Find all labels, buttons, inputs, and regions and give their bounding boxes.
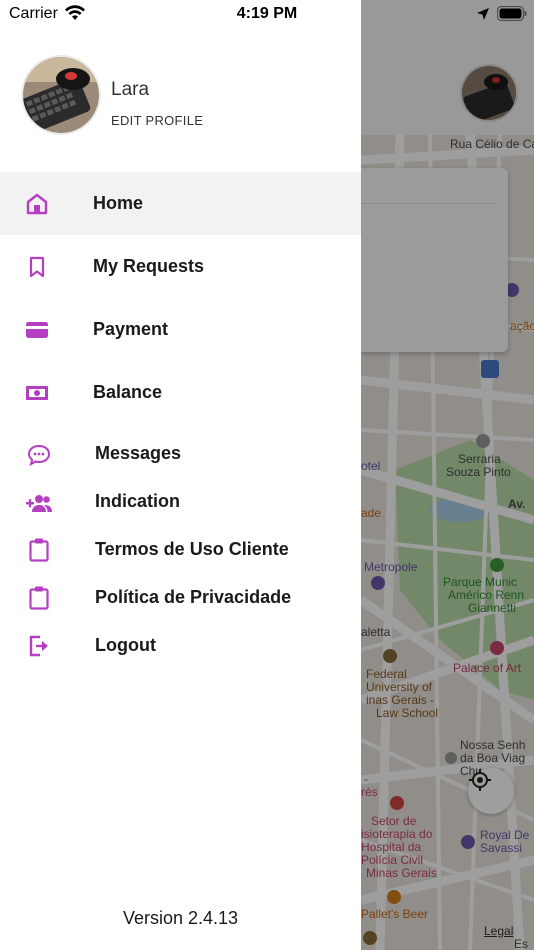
menu-item-payment[interactable]: Payment (0, 298, 361, 361)
menu-label: Política de Privacidade (95, 587, 292, 607)
chat-bubble-icon (26, 442, 52, 468)
menu-label: Indication (95, 491, 180, 511)
menu-item-terms-of-use[interactable]: Termos de Uso Cliente (0, 526, 361, 574)
battery-icon (496, 5, 527, 26)
menu-item-indication[interactable]: Indication (0, 478, 361, 526)
menu-label: Payment (93, 319, 169, 339)
menu-item-my-requests[interactable]: My Requests (0, 235, 361, 298)
side-drawer: Lara EDIT PROFILE Home My Requests Payme… (0, 0, 361, 950)
location-arrow-icon (476, 7, 490, 26)
clock: 4:19 PM (236, 5, 298, 22)
bookmark-icon (24, 254, 50, 280)
logout-icon (26, 633, 52, 659)
menu-item-balance[interactable]: Balance (0, 361, 361, 424)
profile-avatar[interactable] (21, 55, 101, 135)
credit-card-icon (24, 317, 50, 343)
app-version: Version 2.4.13 (122, 908, 239, 928)
menu-label: Balance (93, 382, 163, 402)
clipboard-icon (26, 585, 52, 611)
menu-item-privacy-policy[interactable]: Política de Privacidade (0, 574, 361, 622)
edit-profile-link[interactable]: EDIT PROFILE (111, 113, 203, 128)
menu-item-home[interactable]: Home (0, 172, 361, 235)
menu-item-logout[interactable]: Logout (0, 622, 361, 670)
menu-label: Logout (95, 635, 156, 655)
profile-name: Lara (111, 79, 150, 100)
menu-label: Messages (95, 443, 182, 463)
menu-label: Termos de Uso Cliente (95, 539, 289, 559)
menu-label: Home (93, 193, 144, 213)
status-bar: Carrier 4:19 PM (0, 0, 534, 28)
home-icon (24, 191, 50, 217)
clipboard-icon (26, 537, 52, 563)
menu-label: My Requests (93, 256, 205, 276)
menu-item-messages[interactable]: Messages (0, 430, 361, 478)
add-users-icon (24, 490, 54, 516)
cash-icon (24, 380, 50, 406)
